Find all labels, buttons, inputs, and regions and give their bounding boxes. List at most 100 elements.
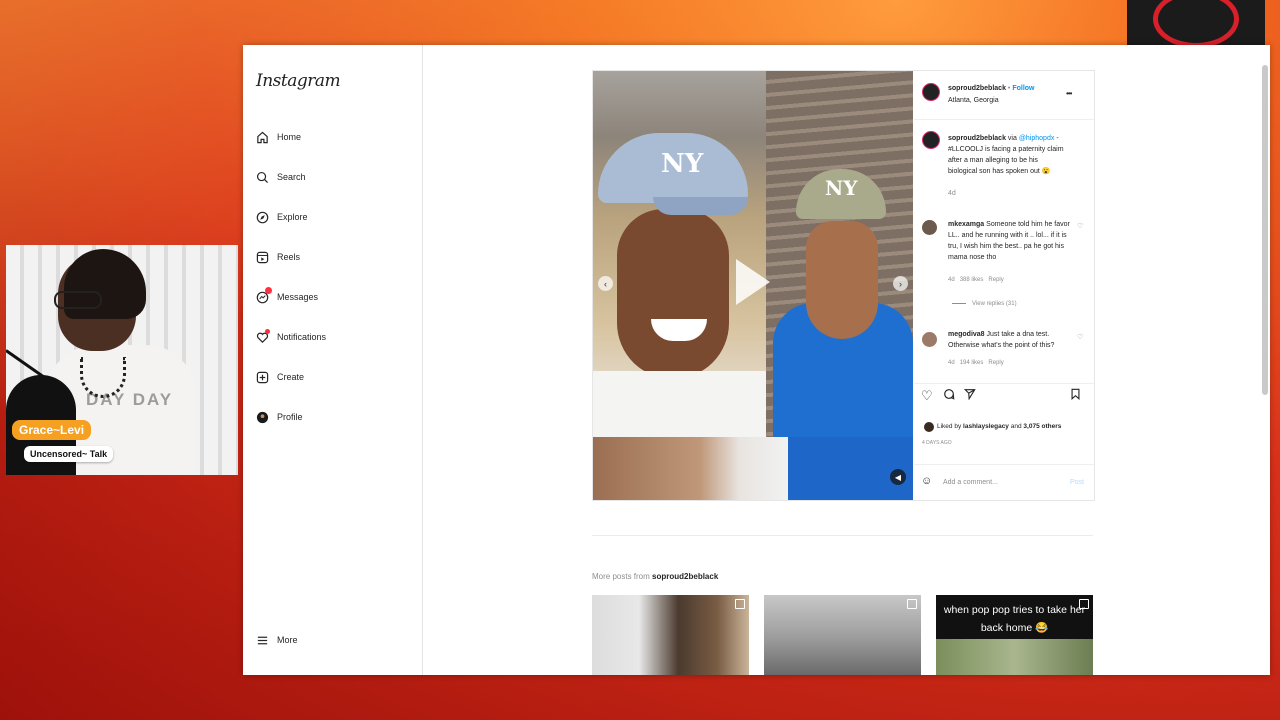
nav-label: Profile — [277, 412, 303, 422]
caption-mention[interactable]: @hiphopdx — [1019, 135, 1055, 142]
comment-avatar[interactable] — [922, 332, 937, 347]
comment-like-icon[interactable]: ♡ — [1077, 333, 1083, 341]
comment: megodiva8 Just take a dna test. Otherwis… — [948, 329, 1070, 351]
messenger-icon — [255, 287, 272, 304]
profile-avatar-icon — [255, 410, 269, 424]
notification-dot — [265, 329, 270, 334]
post-header-line: soproud2beblack • Follow — [948, 83, 1035, 94]
page-scrollbar[interactable] — [1262, 65, 1268, 395]
nav-label: Explore — [277, 212, 308, 222]
caption-time: 4d — [948, 190, 956, 197]
shirt-left — [593, 371, 766, 437]
logo-ring-icon — [1153, 0, 1239, 48]
share-icon[interactable] — [963, 388, 976, 403]
plus-square-icon — [255, 370, 269, 384]
webcam-overlay: DAY DAY — [6, 245, 238, 475]
nav-label: Reels — [277, 252, 301, 262]
comment-reply[interactable]: Reply — [988, 277, 1003, 283]
more-posts-label: More posts from soproud2beblack — [592, 572, 718, 581]
nav-more[interactable]: More — [255, 629, 298, 651]
comment-reply[interactable]: Reply — [988, 360, 1003, 366]
caption-username[interactable]: soproud2beblack — [948, 135, 1006, 142]
more-post-thumbnail[interactable]: when pop pop tries to take her back home… — [936, 595, 1093, 675]
reels-icon — [255, 250, 269, 264]
separator-dot: • — [1007, 85, 1011, 92]
emoji-icon[interactable]: ☺ — [921, 475, 932, 487]
more-options-icon[interactable]: ••• — [1066, 88, 1072, 99]
video-frame-bottom-left — [593, 437, 788, 500]
person-face-left — [617, 209, 729, 379]
nav-label: More — [277, 635, 298, 645]
more-posts-prefix: More posts from — [592, 572, 650, 581]
liked-by-prefix: Liked by — [937, 423, 962, 430]
comment-avatar[interactable] — [922, 220, 937, 235]
comment-username[interactable]: megodiva8 — [948, 331, 985, 338]
notification-badge — [265, 287, 272, 294]
post-actions: ♡ — [914, 383, 1094, 408]
liked-by-others[interactable]: 3,075 others — [1023, 423, 1061, 430]
post-comment-button[interactable]: Post — [1070, 477, 1084, 488]
nav-reels[interactable]: Reels — [255, 246, 300, 268]
post-location[interactable]: Atlanta, Georgia — [948, 95, 999, 106]
liked-by-user[interactable]: lashlayslegacy — [963, 423, 1009, 430]
add-comment-input[interactable]: Add a comment... — [943, 477, 998, 488]
post-card: NY NY ‹ › ◀ soproud2beblack • Follow Atl… — [592, 70, 1095, 501]
reel-icon — [1079, 599, 1089, 609]
comment-username[interactable]: mkexamga — [948, 221, 984, 228]
follow-button[interactable]: Follow — [1012, 85, 1034, 92]
post-caption: soproud2beblack via @hiphopdx - #LLCOOLJ… — [948, 133, 1068, 177]
author-avatar[interactable] — [922, 83, 940, 101]
mute-icon[interactable]: ◀ — [890, 469, 906, 485]
nav-label: Create — [277, 372, 305, 382]
multi-photo-icon — [907, 599, 917, 609]
nav-create[interactable]: Create — [255, 366, 304, 388]
cap-logo-left: NY — [661, 149, 704, 179]
post-video[interactable]: NY NY ‹ › ◀ — [593, 71, 913, 500]
thumbnail-photo — [936, 639, 1093, 675]
comment: mkexamga Someone told him he favor LL.. … — [948, 219, 1070, 263]
nav-messages[interactable]: Messages — [255, 286, 318, 308]
home-icon — [255, 130, 269, 144]
nav-label: Messages — [277, 292, 319, 302]
nav-profile[interactable]: Profile — [255, 406, 303, 428]
comment-meta: 4d 388 likes Reply — [948, 275, 1004, 286]
nav-label: Home — [277, 132, 302, 142]
comment-meta: 4d 194 likes Reply — [948, 358, 1004, 369]
nav-label: Search — [277, 172, 306, 182]
glasses — [54, 291, 102, 309]
cap-bill-left — [653, 197, 748, 215]
more-post-thumbnail[interactable] — [764, 595, 921, 675]
caption-avatar[interactable] — [922, 131, 940, 149]
author-username[interactable]: soproud2beblack — [948, 85, 1006, 92]
next-arrow-icon[interactable]: › — [893, 276, 908, 291]
comment-likes[interactable]: 388 likes — [960, 277, 984, 283]
prev-arrow-icon[interactable]: ‹ — [598, 276, 613, 291]
nav-explore[interactable]: Explore — [255, 206, 308, 228]
comment-icon[interactable] — [943, 388, 955, 403]
nav-label: Notifications — [277, 332, 327, 342]
instagram-logo[interactable]: Instagram — [256, 71, 341, 91]
show-name-tag: Uncensored~ Talk — [24, 446, 114, 462]
liked-by[interactable]: Liked by lashlayslegacy and 3,075 others — [937, 421, 1061, 432]
view-replies-label: View replies (31) — [972, 301, 1017, 307]
nav-home[interactable]: Home — [255, 126, 301, 148]
thumbnail-caption: when pop pop tries to take her back home… — [943, 604, 1086, 634]
more-posts-user[interactable]: soproud2beblack — [652, 572, 718, 581]
multi-photo-icon — [735, 599, 745, 609]
more-post-thumbnail[interactable] — [592, 595, 749, 675]
nav-notifications[interactable]: Notifications — [255, 326, 326, 348]
nav-search[interactable]: Search — [255, 166, 306, 188]
bookmark-icon[interactable] — [1070, 388, 1081, 403]
comment-likes[interactable]: 194 likes — [960, 360, 984, 366]
hamburger-menu-icon — [255, 633, 269, 647]
liked-by-and: and — [1010, 423, 1022, 430]
section-divider — [592, 535, 1093, 536]
compass-icon — [255, 210, 269, 224]
post-date: 4 DAYS AGO — [922, 440, 952, 446]
comment-like-icon[interactable]: ♡ — [1077, 222, 1083, 230]
view-replies[interactable]: View replies (31) — [952, 299, 1017, 310]
post-header: soproud2beblack • Follow Atlanta, Georgi… — [914, 71, 1094, 120]
play-icon[interactable] — [736, 259, 770, 305]
person-face-right — [806, 221, 878, 339]
like-icon[interactable]: ♡ — [921, 388, 933, 404]
